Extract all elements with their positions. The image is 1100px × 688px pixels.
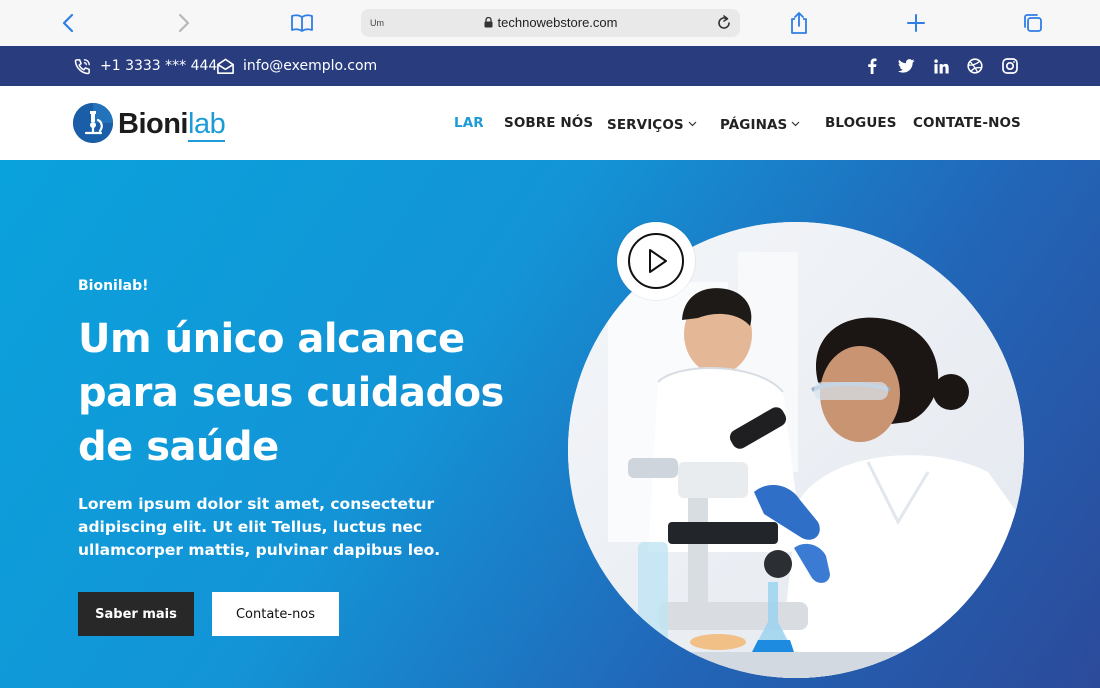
browser-toolbar: Um technowebstore.com	[0, 0, 1100, 46]
logo-text-bioni: Bioni	[118, 108, 189, 140]
play-video-button[interactable]	[617, 222, 695, 300]
email-contact[interactable]: info@exemplo.com	[216, 56, 377, 76]
back-icon[interactable]	[55, 10, 81, 36]
chevron-down-icon	[791, 115, 800, 131]
email-text: info@exemplo.com	[243, 58, 378, 74]
site-logo[interactable]: Bionilab	[118, 108, 226, 142]
top-info-bar: +1 3333 *** 444 info@exemplo.com	[0, 46, 1100, 86]
linkedin-icon[interactable]	[932, 57, 950, 75]
hero-description: Lorem ipsum dolor sit amet, consectetur …	[78, 495, 441, 559]
chevron-down-icon	[688, 115, 697, 131]
nav-pages[interactable]: PÁGINAS	[720, 115, 800, 133]
hero-section: Bionilab! Um único alcance para seus cui…	[0, 160, 1100, 688]
phone-contact[interactable]: +1 3333 *** 444	[73, 56, 217, 76]
tabs-icon[interactable]	[1020, 10, 1046, 36]
phone-icon	[74, 58, 90, 74]
play-icon	[628, 233, 684, 289]
dribbble-icon[interactable]	[966, 57, 984, 75]
learn-more-button[interactable]: Saber mais	[78, 592, 194, 636]
bookmarks-icon[interactable]	[289, 10, 315, 36]
nav-services[interactable]: SERVIÇOS	[607, 115, 697, 133]
forward-icon[interactable]	[171, 10, 197, 36]
site-header: Bionilab LAR SOBRE NÓS SERVIÇOS PÁGINAS …	[0, 86, 1100, 160]
twitter-icon[interactable]	[897, 57, 915, 75]
url-text: technowebstore.com	[497, 15, 618, 30]
nav-pages-label: PÁGINAS	[720, 117, 788, 133]
new-tab-icon[interactable]	[903, 10, 929, 36]
contact-button[interactable]: Contate-nos	[212, 592, 339, 636]
hero-headline: Um único alcance para seus cuidados de s…	[78, 316, 504, 470]
hero-eyebrow: Bionilab!	[78, 278, 149, 294]
instagram-icon[interactable]	[1001, 57, 1019, 75]
nav-home[interactable]: LAR	[454, 115, 484, 131]
nav-contact[interactable]: CONTATE-NOS	[913, 115, 1021, 131]
lock-icon	[484, 16, 493, 31]
phone-text: +1 3333 *** 444	[100, 58, 218, 74]
nav-blogs[interactable]: BLOGUES	[825, 115, 897, 131]
share-icon[interactable]	[786, 10, 812, 36]
logo-text-lab: lab	[188, 108, 226, 142]
microscope-logo-icon[interactable]	[73, 103, 113, 143]
reload-icon[interactable]	[714, 13, 734, 33]
facebook-icon[interactable]	[863, 57, 881, 75]
nav-services-label: SERVIÇOS	[607, 117, 684, 133]
envelope-icon	[217, 58, 234, 74]
address-bar[interactable]: Um technowebstore.com	[361, 9, 740, 37]
nav-about[interactable]: SOBRE NÓS	[504, 115, 593, 131]
